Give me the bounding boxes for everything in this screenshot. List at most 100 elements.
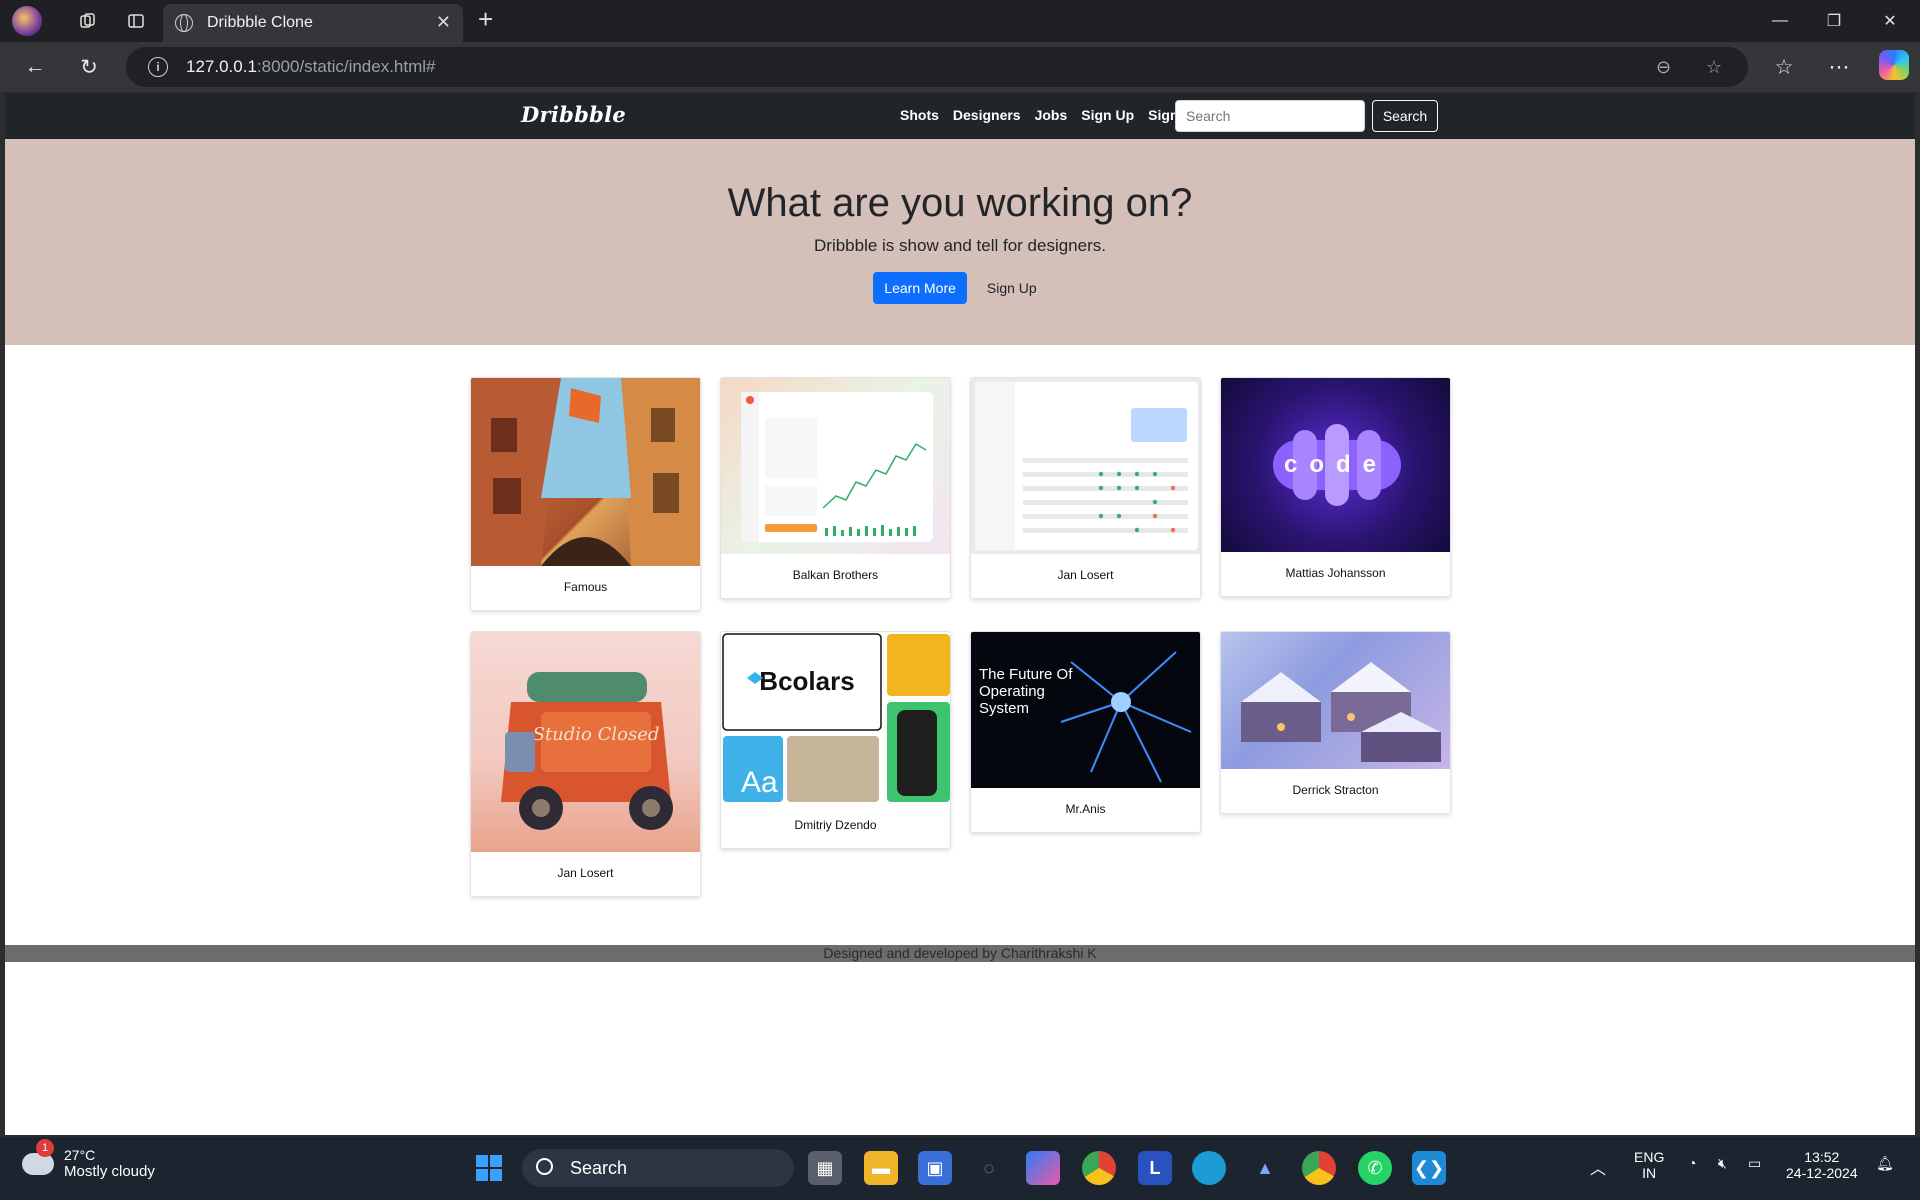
shot-card[interactable]: Famous	[470, 377, 701, 611]
brand-logo[interactable]: Dribbble	[521, 102, 626, 127]
site-info-icon[interactable]: i	[148, 57, 168, 77]
refresh-app-icon[interactable]: ◌	[972, 1151, 1006, 1185]
wifi-icon[interactable]: ◔	[1688, 1155, 1696, 1171]
shot-caption: Mr.Anis	[1065, 802, 1106, 816]
shot-thumbnail: Studio Closed	[471, 632, 700, 852]
shot-caption: Famous	[563, 580, 608, 594]
neuron-headline: The Future Of Operating System	[979, 666, 1073, 717]
nav-designers[interactable]: Designers	[953, 107, 1021, 123]
temperature: 27°C	[64, 1147, 96, 1163]
address-bar[interactable]: i 127.0.0.1:8000/static/index.html# ⊖ ☆	[126, 47, 1748, 87]
tab-title: Dribbble Clone	[207, 14, 313, 31]
whatsapp-icon[interactable]: ✆	[1358, 1151, 1392, 1185]
reload-button[interactable]: ↻	[72, 50, 106, 84]
studio-closed-text: Studio Closed	[533, 724, 660, 745]
shot-caption: Balkan Brothers	[792, 568, 879, 582]
shot-card[interactable]: code Mattias Johansson	[1220, 377, 1451, 597]
shot-thumbnail	[721, 378, 950, 554]
site-footer: Designed and developed by Charithrakshi …	[5, 945, 1915, 962]
store-icon[interactable]: ▣	[918, 1151, 952, 1185]
workspaces-icon[interactable]	[68, 1, 108, 41]
battery-icon[interactable]: ▭	[1748, 1155, 1761, 1172]
hero-title: What are you working on?	[727, 181, 1193, 225]
task-view-icon[interactable]: ▦	[808, 1151, 842, 1185]
volume-muted-icon[interactable]: 🔇︎	[1718, 1155, 1727, 1172]
neuron-hero-icon: The Future Of Operating System	[979, 651, 1192, 783]
zoom-icon[interactable]: ⊖	[1656, 57, 1671, 78]
shot-caption: Dmitriy Dzendo	[794, 818, 877, 832]
shot-caption: Jan Losert	[1057, 568, 1114, 582]
site-search-button[interactable]: Search	[1372, 100, 1438, 132]
dashboard-chart-icon	[741, 392, 933, 542]
shot-card[interactable]: Bcolars Aa Dmitriy Dzendo	[720, 631, 951, 849]
taskbar-search[interactable]: Search	[522, 1149, 794, 1187]
brand-identity-icon: Bcolars Aa	[722, 633, 950, 802]
taskbar: 1 27°C Mostly cloudy Search ▦ ▬ ▣ ◌ L ▲ …	[0, 1137, 1920, 1200]
profile-avatar[interactable]	[12, 6, 42, 36]
nav-shots[interactable]: Shots	[900, 107, 939, 123]
nav-jobs[interactable]: Jobs	[1035, 107, 1068, 123]
dashboard-table-icon	[975, 382, 1198, 550]
hero-banner: What are you working on? Dribbble is sho…	[5, 139, 1915, 345]
shot-card[interactable]: Derrick Stracton	[1220, 631, 1451, 814]
browser-toolbar: ← ↻ i 127.0.0.1:8000/static/index.html# …	[0, 42, 1920, 92]
street-illustration-icon	[471, 378, 700, 566]
shot-card[interactable]: Jan Losert	[970, 377, 1201, 599]
shot-caption: Jan Losert	[557, 866, 614, 880]
new-tab-button[interactable]: +	[478, 4, 493, 35]
svg-text:Aa: Aa	[741, 766, 778, 799]
close-window-button[interactable]: ✕	[1862, 0, 1918, 42]
shot-caption: Derrick Stracton	[1292, 783, 1379, 797]
url-text[interactable]: 127.0.0.1:8000/static/index.html#	[186, 57, 436, 77]
language-indicator[interactable]: ENG IN	[1634, 1149, 1664, 1181]
shot-thumbnail: code	[1221, 378, 1450, 552]
shot-card[interactable]: Studio Closed Jan Losert	[470, 631, 701, 897]
truck-illustration-icon: Studio Closed	[501, 672, 673, 830]
site-search-input[interactable]	[1175, 100, 1365, 132]
tray-chevron-icon[interactable]: ︿	[1590, 1155, 1606, 1179]
more-menu-icon[interactable]: ⋯	[1822, 50, 1856, 84]
file-explorer-icon[interactable]: ▬	[864, 1151, 898, 1185]
shots-gallery: Famous Balkan Brothers Jan Losert code M…	[5, 345, 1915, 905]
edge-icon[interactable]	[1192, 1151, 1226, 1185]
back-button[interactable]: ←	[18, 50, 52, 84]
restore-button[interactable]: ❐	[1806, 0, 1862, 42]
copilot-app-icon[interactable]	[1026, 1151, 1060, 1185]
shot-thumbnail	[971, 378, 1200, 554]
browser-tab-active[interactable]: Dribbble Clone ✕	[163, 4, 463, 42]
favorites-icon[interactable]: ☆	[1767, 50, 1801, 84]
page-viewport: Dribbble Shots Designers Jobs Sign Up Si…	[5, 93, 1915, 1135]
learn-more-button[interactable]: Learn More	[873, 272, 967, 304]
nav-signup[interactable]: Sign Up	[1081, 107, 1134, 123]
shot-caption: Mattias Johansson	[1285, 566, 1386, 580]
browser-titlebar: Dribbble Clone ✕ + — ❐ ✕	[0, 0, 1920, 42]
shot-card[interactable]: The Future Of Operating System Mr.Anis	[970, 631, 1201, 833]
site-navbar: Dribbble Shots Designers Jobs Sign Up Si…	[5, 93, 1915, 139]
weather-condition: Mostly cloudy	[64, 1163, 155, 1180]
shot-thumbnail	[471, 378, 700, 566]
clock[interactable]: 13:52 24-12-2024	[1786, 1149, 1858, 1181]
favorite-star-icon[interactable]: ☆	[1706, 57, 1722, 78]
minimize-button[interactable]: —	[1752, 0, 1808, 42]
shot-thumbnail: Bcolars Aa	[721, 632, 950, 804]
start-icon[interactable]	[472, 1151, 506, 1185]
notifications-icon[interactable]: 🔔︎	[1876, 1155, 1894, 1172]
globe-icon	[175, 14, 193, 32]
shot-card[interactable]: Balkan Brothers	[720, 377, 951, 599]
shot-thumbnail	[1221, 632, 1450, 769]
code-logo-icon: code	[1273, 424, 1401, 506]
nav-links: Shots Designers Jobs Sign Up Sign in	[900, 107, 1209, 123]
close-tab-icon[interactable]: ✕	[436, 12, 451, 33]
hero-signup-button[interactable]: Sign Up	[977, 272, 1047, 304]
weather-badge: 1	[36, 1138, 54, 1157]
village-illustration-icon	[1241, 662, 1441, 762]
weather-widget[interactable]: 1 27°C Mostly cloudy	[22, 1138, 155, 1180]
launcher-icon[interactable]: L	[1138, 1151, 1172, 1185]
arc-icon[interactable]: ▲	[1248, 1151, 1282, 1185]
chrome-icon[interactable]	[1082, 1151, 1116, 1185]
tab-actions-icon[interactable]	[116, 1, 156, 41]
shot-thumbnail: The Future Of Operating System	[971, 632, 1200, 788]
vscode-icon[interactable]: ❮❯	[1412, 1151, 1446, 1185]
chrome-profile-icon[interactable]	[1302, 1151, 1336, 1185]
copilot-icon[interactable]	[1879, 50, 1909, 80]
